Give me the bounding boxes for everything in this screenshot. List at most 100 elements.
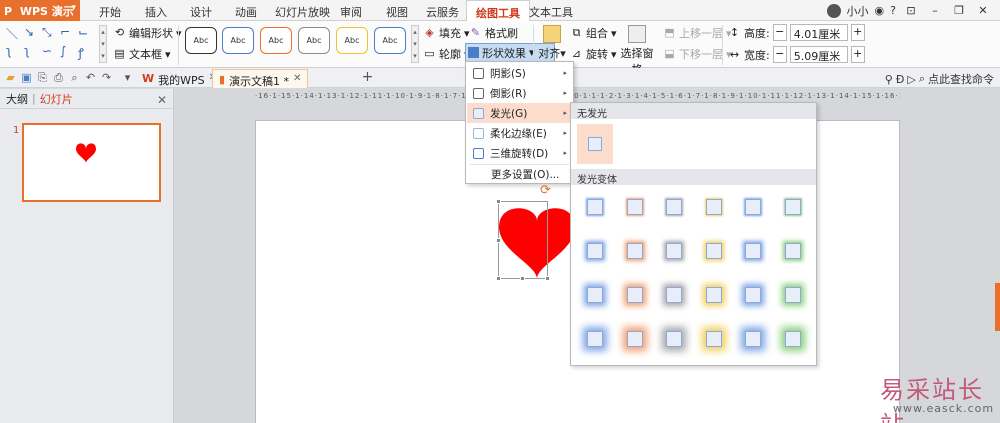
resize-handle[interactable] <box>545 276 550 281</box>
glow-variant-option[interactable] <box>705 243 722 259</box>
avatar[interactable] <box>826 3 841 18</box>
undo-icon[interactable]: ↶ <box>84 71 97 84</box>
customize-dropdown-icon[interactable]: ▾ <box>121 71 134 84</box>
width-increase-button[interactable]: + <box>850 46 865 63</box>
close-icon[interactable]: ✕ <box>157 93 167 107</box>
curve-icon[interactable]: ∽ <box>42 44 52 58</box>
tab-slideshow[interactable]: 幻灯片放映 <box>275 4 330 20</box>
export-pdf-icon[interactable]: ⎘ <box>36 71 49 84</box>
glow-variant-option[interactable] <box>745 243 761 259</box>
curved-arrow-icon[interactable]: ʅ <box>24 44 30 58</box>
format-painter-button[interactable]: ✎ 格式刷 <box>469 25 518 41</box>
menu-item-soft-edges[interactable]: 柔化边缘(E) ▸ <box>467 123 572 143</box>
elbow-arrow-icon[interactable]: ⌙ <box>78 25 88 39</box>
glow-variant-option[interactable] <box>745 287 761 303</box>
no-glow-option[interactable] <box>577 124 613 164</box>
shape-style-scroll[interactable]: ▴ ▾ ▾ <box>411 25 419 63</box>
menu-item-reflection[interactable]: 倒影(R) ▸ <box>467 83 572 103</box>
maximize-icon[interactable]: ❐ <box>950 4 968 17</box>
tab-outline[interactable]: 大纲 <box>6 91 28 107</box>
doc-tab-mywps[interactable]: W 我的WPS ✕ <box>136 69 223 88</box>
glow-variant-option[interactable] <box>784 199 801 215</box>
menu-item-glow[interactable]: 发光(G) ▸ <box>467 103 572 123</box>
close-icon[interactable]: ✕ <box>293 73 301 84</box>
restore-ribbon-icon[interactable]: ⊡ <box>902 4 920 17</box>
menu-item-3d-rotation[interactable]: 三维旋转(D) ▸ <box>467 143 572 163</box>
tab-home[interactable]: 开始 <box>99 4 121 20</box>
resize-handle[interactable] <box>496 238 501 243</box>
print-preview-icon[interactable]: ⌕ <box>68 71 81 84</box>
glow-variant-option[interactable] <box>784 243 801 259</box>
shape-style-5[interactable]: Abc <box>336 27 368 54</box>
shape-style-6[interactable]: Abc <box>374 27 406 54</box>
double-arrow-shape-icon[interactable]: ⤡ <box>42 25 52 40</box>
shape-style-3[interactable]: Abc <box>260 27 292 54</box>
glow-variant-option[interactable] <box>784 287 801 303</box>
resize-handle[interactable] <box>496 199 501 204</box>
command-search[interactable]: ⚲ Ð ▷ ⌕ 点此查找命令 <box>885 71 994 87</box>
tab-drawing-tools[interactable]: 绘图工具 <box>466 0 530 21</box>
glow-variant-option[interactable] <box>784 331 801 347</box>
line-shape-icon[interactable]: ＼ <box>6 25 18 42</box>
save-icon[interactable]: ▣ <box>20 71 33 84</box>
glow-variant-option[interactable] <box>587 331 603 347</box>
group-button[interactable]: ⧉ 组合 ▾ <box>570 25 617 41</box>
glow-variant-option[interactable] <box>745 331 761 347</box>
glow-variant-option[interactable] <box>626 331 643 347</box>
tab-slides[interactable]: 幻灯片 <box>40 91 73 107</box>
glow-variant-option[interactable] <box>587 287 603 303</box>
app-menu-button[interactable]: P WPS 演示 ▾ <box>0 0 80 21</box>
arrow-shape-icon[interactable]: ↘ <box>24 25 34 39</box>
rotate-handle-icon[interactable]: ⟳ <box>540 183 551 198</box>
width-input[interactable]: 5.09厘米 <box>789 46 848 63</box>
pin-icon[interactable]: ⚲ <box>885 73 893 86</box>
glow-variant-option[interactable] <box>705 331 722 347</box>
user-name[interactable]: 小小 <box>847 3 869 19</box>
glow-variant-option[interactable] <box>705 199 722 215</box>
tab-review[interactable]: 审阅 <box>340 4 362 20</box>
tab-animation[interactable]: 动画 <box>235 4 257 20</box>
height-decrease-button[interactable]: − <box>772 24 787 41</box>
tab-cloud[interactable]: 云服务 <box>426 4 459 20</box>
menu-item-shadow[interactable]: 阴影(S) ▸ <box>467 63 572 83</box>
glow-variant-option[interactable] <box>705 287 722 303</box>
tab-design[interactable]: 设计 <box>190 4 212 20</box>
freeform-icon[interactable]: ∫ <box>60 44 66 58</box>
minimize-icon[interactable]: – <box>926 4 944 17</box>
edit-shape-button[interactable]: ⟲ 编辑形状 ▾ <box>113 25 182 41</box>
glow-variant-option[interactable] <box>745 199 761 215</box>
shape-style-4[interactable]: Abc <box>298 27 330 54</box>
glow-variant-option[interactable] <box>626 287 643 303</box>
elbow-connector-icon[interactable]: ⌐ <box>60 25 70 39</box>
tab-view[interactable]: 视图 <box>386 4 408 20</box>
side-panel-toggle[interactable] <box>995 283 1000 331</box>
shape-style-2[interactable]: Abc <box>222 27 254 54</box>
align-button[interactable]: 对齐▾ <box>538 25 566 61</box>
height-increase-button[interactable]: + <box>850 24 865 41</box>
tab-text-tools[interactable]: 文本工具 <box>529 4 573 20</box>
print-icon[interactable]: ⎙ <box>52 71 65 84</box>
shape-gallery-scroll[interactable]: ▴ ▾ ▾ <box>99 25 107 63</box>
glow-variant-option[interactable] <box>666 331 682 347</box>
doc-tab-presentation[interactable]: ▮ 演示文稿1 * ✕ <box>212 69 309 88</box>
fill-button[interactable]: ◈ 填充 ▾ <box>423 25 469 41</box>
curved-connector-icon[interactable]: ʅ <box>6 44 12 58</box>
slide-thumbnail[interactable] <box>22 123 161 202</box>
close-icon[interactable]: ✕ <box>974 4 992 17</box>
shape-gallery[interactable]: ＼ ↘ ⤡ ⌐ ⌙ ʅ ʅ ∽ ∫ ꝭ <box>4 25 96 63</box>
resize-handle[interactable] <box>520 276 525 281</box>
height-input[interactable]: 4.01厘米 <box>789 24 848 41</box>
forward-icon[interactable]: ▷ <box>907 73 915 86</box>
doc-settings-icon[interactable]: Ð <box>896 73 905 86</box>
selection-box[interactable] <box>498 201 548 279</box>
outline-button[interactable]: ▭ 轮廓 ▾ <box>423 46 469 62</box>
open-folder-icon[interactable]: ▰ <box>4 71 17 84</box>
tab-insert[interactable]: 插入 <box>145 4 167 20</box>
glow-variant-option[interactable] <box>587 243 603 259</box>
textbox-button[interactable]: ▤ 文本框 ▾ <box>113 46 170 62</box>
help-icon[interactable]: ? <box>890 4 896 17</box>
rotate-button[interactable]: ⊿ 旋转 ▾ <box>570 46 617 62</box>
menu-item-more-settings[interactable]: 更多设置(O)... <box>467 164 572 184</box>
glow-variant-option[interactable] <box>666 287 682 303</box>
new-tab-icon[interactable]: + <box>361 70 374 84</box>
